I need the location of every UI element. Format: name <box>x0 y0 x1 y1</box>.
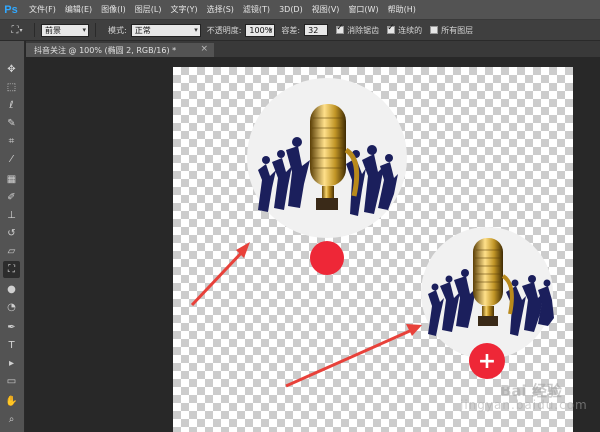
all-layers-checkbox[interactable] <box>430 26 439 34</box>
menu-bar: Ps 文件(F) 编辑(E) 图像(I) 图层(L) 文字(Y) 选择(S) 滤… <box>0 0 600 20</box>
blur-tool[interactable]: ● <box>3 281 20 298</box>
chevron-down-icon: ▾ <box>268 25 273 34</box>
all-layers-label: 所有图层 <box>441 25 474 35</box>
mode-label: 模式: <box>108 25 127 35</box>
menu-image[interactable]: 图像(I) <box>101 4 126 15</box>
brush-tool-icon: ✐ <box>7 192 16 203</box>
fill-source-value: 前景 <box>45 25 61 35</box>
chevron-down-icon: ▾ <box>194 25 198 34</box>
antialias-label: 消除锯齿 <box>347 25 380 35</box>
move-tool[interactable]: ✥ <box>3 61 20 78</box>
eyedropper-tool-icon: ⁄ <box>10 154 13 165</box>
photoshop-logo-icon: Ps <box>4 3 18 16</box>
chevron-down-icon: ▾ <box>19 26 23 34</box>
marquee-tool[interactable]: ⬚ <box>3 79 20 96</box>
menu-layer[interactable]: 图层(L) <box>135 4 162 15</box>
hand-tool[interactable]: ✋ <box>3 393 20 410</box>
crop-tool-icon: ⌗ <box>8 136 15 147</box>
menu-file[interactable]: 文件(F) <box>29 4 56 15</box>
document-tab[interactable]: 抖音关注 @ 100% (椭圆 2, RGB/16) * × <box>26 43 214 57</box>
quick-select-tool[interactable]: ✎ <box>3 115 20 132</box>
eraser-tool[interactable]: ▱ <box>3 243 20 260</box>
brush-tool[interactable]: ✐ <box>3 189 20 206</box>
healing-brush-tool[interactable]: ▦ <box>3 171 20 188</box>
quick-select-tool-icon: ✎ <box>7 118 16 129</box>
lasso-tool-icon: ℓ <box>9 100 14 111</box>
shape-tool-icon: ▭ <box>6 376 17 387</box>
mode-value: 正常 <box>134 25 151 35</box>
close-icon[interactable]: × <box>200 44 208 54</box>
menu-type[interactable]: 文字(Y) <box>170 4 197 15</box>
shape-tool[interactable]: ▭ <box>3 373 20 390</box>
fill-source-select[interactable]: 前景 ▾ <box>41 23 89 37</box>
pen-tool-icon: ✒ <box>7 322 16 333</box>
zoom-tool-icon: ⌕ <box>8 414 15 425</box>
menu-window[interactable]: 窗口(W) <box>348 4 378 15</box>
lasso-tool[interactable]: ℓ <box>3 97 20 114</box>
tools-panel: ✥ ⬚ ℓ ✎ ⌗ ⁄ ▦ ✐ ⊥ ↺ ▱ ⛶ ● ◔ ✒ T ▸ ▭ ✋ ⌕ <box>0 41 25 432</box>
pen-tool[interactable]: ✒ <box>3 319 20 336</box>
hand-tool-icon: ✋ <box>5 396 18 407</box>
menu-view[interactable]: 视图(V) <box>312 4 340 15</box>
stamp-tool[interactable]: ⊥ <box>3 207 20 224</box>
divider <box>95 23 96 37</box>
path-select-tool-icon: ▸ <box>8 358 15 369</box>
menu-select[interactable]: 选择(S) <box>207 4 234 15</box>
watermark-url: jingyan.baidu.com <box>460 398 588 412</box>
paint-bucket-icon: ⛶ <box>11 24 19 36</box>
marquee-tool-icon: ⬚ <box>6 82 17 93</box>
blur-tool-icon: ● <box>7 284 16 295</box>
tolerance-label: 容差: <box>281 25 301 35</box>
document-canvas[interactable] <box>173 67 573 432</box>
history-brush-tool-icon: ↺ <box>7 228 16 239</box>
mode-select[interactable]: 正常 ▾ <box>130 23 201 37</box>
type-tool-icon: T <box>8 340 15 351</box>
paint-bucket-tool-icon: ⛶ <box>8 264 15 275</box>
history-brush-tool[interactable]: ↺ <box>3 225 20 242</box>
menu-3d[interactable]: 3D(D) <box>279 5 303 14</box>
opacity-field[interactable]: 100% ▾ <box>245 23 276 37</box>
healing-brush-tool-icon: ▦ <box>6 174 17 185</box>
tolerance-input[interactable]: 32 <box>304 24 329 36</box>
path-select-tool[interactable]: ▸ <box>3 355 20 372</box>
divider <box>34 23 35 37</box>
dodge-tool-icon: ◔ <box>7 302 16 313</box>
chevron-down-icon: ▾ <box>82 25 86 34</box>
document-tab-title: 抖音关注 @ 100% (椭圆 2, RGB/16) * <box>34 45 177 55</box>
eraser-tool-icon: ▱ <box>7 246 16 257</box>
dodge-tool[interactable]: ◔ <box>3 299 20 316</box>
tool-preset-picker[interactable]: ⛶ ▾ <box>6 21 28 39</box>
antialias-checkbox[interactable] <box>336 23 345 34</box>
menu-edit[interactable]: 编辑(E) <box>65 4 92 15</box>
menu-help[interactable]: 帮助(H) <box>388 4 416 15</box>
document-tab-bar: 抖音关注 @ 100% (椭圆 2, RGB/16) * × <box>26 41 600 57</box>
menu-filter[interactable]: 滤镜(T) <box>243 4 270 15</box>
stamp-tool-icon: ⊥ <box>7 210 16 221</box>
options-bar: ⛶▾ 前景 ▾ 模式: 正常 ▾ 不透明度: 100% ▾ 容差: 32 消除锯… <box>0 20 600 41</box>
opacity-label: 不透明度: <box>206 25 242 35</box>
paint-bucket-tool[interactable]: ⛶ <box>3 261 20 278</box>
contiguous-checkbox[interactable] <box>387 23 396 34</box>
contiguous-label: 连续的 <box>398 25 423 35</box>
zoom-tool[interactable]: ⌕ <box>3 411 20 428</box>
type-tool[interactable]: T <box>3 337 20 354</box>
move-tool-icon: ✥ <box>7 64 16 75</box>
crop-tool[interactable]: ⌗ <box>3 133 20 150</box>
eyedropper-tool[interactable]: ⁄ <box>3 151 20 168</box>
